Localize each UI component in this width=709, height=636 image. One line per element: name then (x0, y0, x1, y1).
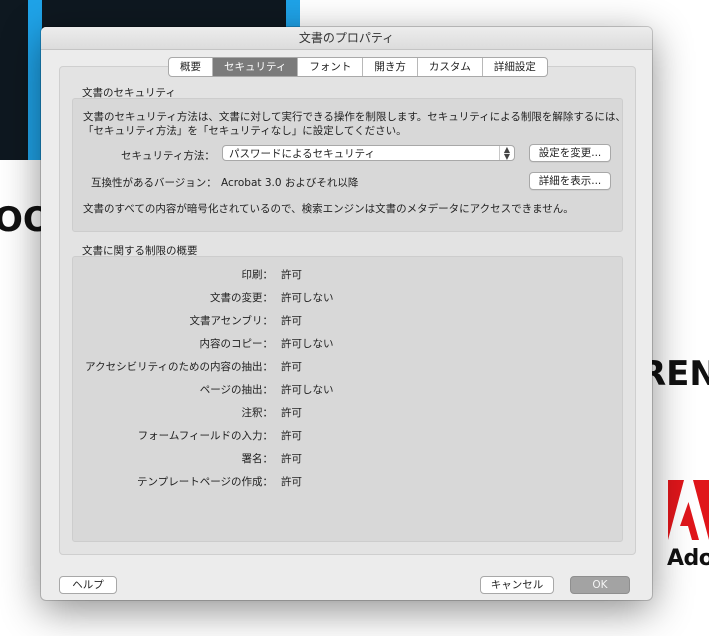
restriction-value: 許可 (281, 476, 302, 488)
dialog-title: 文書のプロパティ (41, 27, 652, 50)
security-method-value: パスワードによるセキュリティ (229, 148, 376, 160)
restriction-label: アクセシビリティのための内容の抽出： (85, 361, 273, 373)
restriction-label: ページの抽出： (199, 384, 273, 396)
restriction-value: 許可 (281, 361, 302, 373)
ok-button[interactable]: OK (570, 576, 630, 594)
chevron-updown-icon: ▲ ▼ (499, 146, 514, 161)
restriction-value: 許可 (281, 430, 302, 442)
encryption-note: 文書のすべての内容が暗号化されているので、検索エンジンは文書のメタデータにアクセ… (83, 203, 574, 215)
compat-version-label: 互換性があるバージョン： (91, 177, 217, 189)
tab-bar: 概要 セキュリティ フォント 開き方 カスタム 詳細設定 (168, 57, 548, 77)
security-description-line2: 「セキュリティ方法」を「セキュリティなし」に設定してください。 (83, 125, 407, 137)
security-method-select[interactable]: パスワードによるセキュリティ ▲ ▼ (222, 145, 515, 161)
restriction-value: 許可 (281, 315, 302, 327)
background-adobe-text: Ado (667, 546, 709, 571)
security-description-line1: 文書のセキュリティ方法は、文書に対して実行できる操作を制限します。セキュリティに… (83, 111, 626, 123)
adobe-logo-icon (668, 480, 709, 540)
restriction-label: 署名： (241, 453, 274, 465)
cancel-button[interactable]: キャンセル (480, 576, 554, 594)
security-box: 文書のセキュリティ方法は、文書に対して実行できる操作を制限します。セキュリティに… (72, 98, 626, 232)
restriction-label: 文書アセンブリ： (189, 315, 273, 327)
tab-advanced[interactable]: 詳細設定 (483, 58, 547, 76)
help-button[interactable]: ヘルプ (59, 576, 117, 594)
change-settings-button[interactable]: 設定を変更... (529, 144, 611, 162)
restriction-label: 注釈： (241, 407, 274, 419)
tab-custom[interactable]: カスタム (418, 58, 483, 76)
security-method-label: セキュリティ方法： (121, 150, 215, 162)
restriction-value: 許可しない (281, 292, 334, 304)
document-properties-dialog: 文書のプロパティ 概要 セキュリティ フォント 開き方 カスタム 詳細設定 文書… (41, 27, 652, 600)
security-pane: 文書のセキュリティ 文書のセキュリティ方法は、文書に対して実行できる操作を制限し… (59, 66, 636, 555)
restriction-value: 許可 (281, 453, 302, 465)
restriction-label: フォームフィールドの入力： (137, 430, 273, 442)
tab-fonts[interactable]: フォント (298, 58, 364, 76)
show-details-button[interactable]: 詳細を表示... (529, 172, 611, 190)
restrictions-box: 印刷： 許可 文書の変更： 許可しない 文書アセンブリ： 許可 内容のコピー： … (72, 256, 623, 542)
tab-security[interactable]: セキュリティ (213, 58, 299, 76)
restriction-label: テンプレートページの作成： (137, 476, 273, 488)
restriction-label: 印刷： (241, 269, 274, 281)
restriction-value: 許可 (281, 269, 302, 281)
tab-overview[interactable]: 概要 (169, 58, 213, 76)
restriction-label: 内容のコピー： (199, 338, 274, 350)
restriction-value: 許可しない (281, 338, 334, 350)
restriction-value: 許可しない (281, 384, 334, 396)
background-logo-stripe (28, 0, 42, 160)
restriction-label: 文書の変更： (210, 292, 273, 304)
tab-initial-view[interactable]: 開き方 (363, 58, 418, 76)
restriction-value: 許可 (281, 407, 302, 419)
compat-version-value: Acrobat 3.0 およびそれ以降 (221, 177, 359, 189)
